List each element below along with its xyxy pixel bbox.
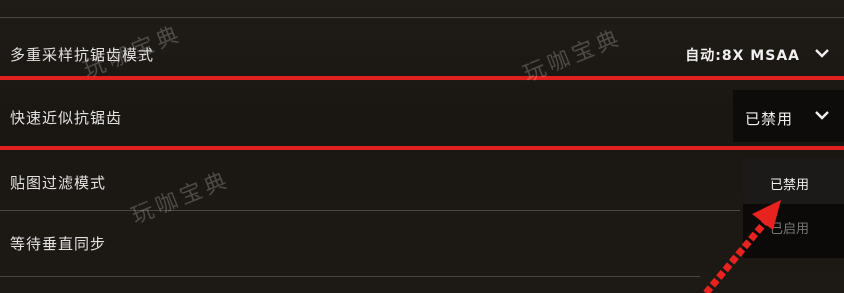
red-arrow-annotation bbox=[703, 200, 781, 293]
